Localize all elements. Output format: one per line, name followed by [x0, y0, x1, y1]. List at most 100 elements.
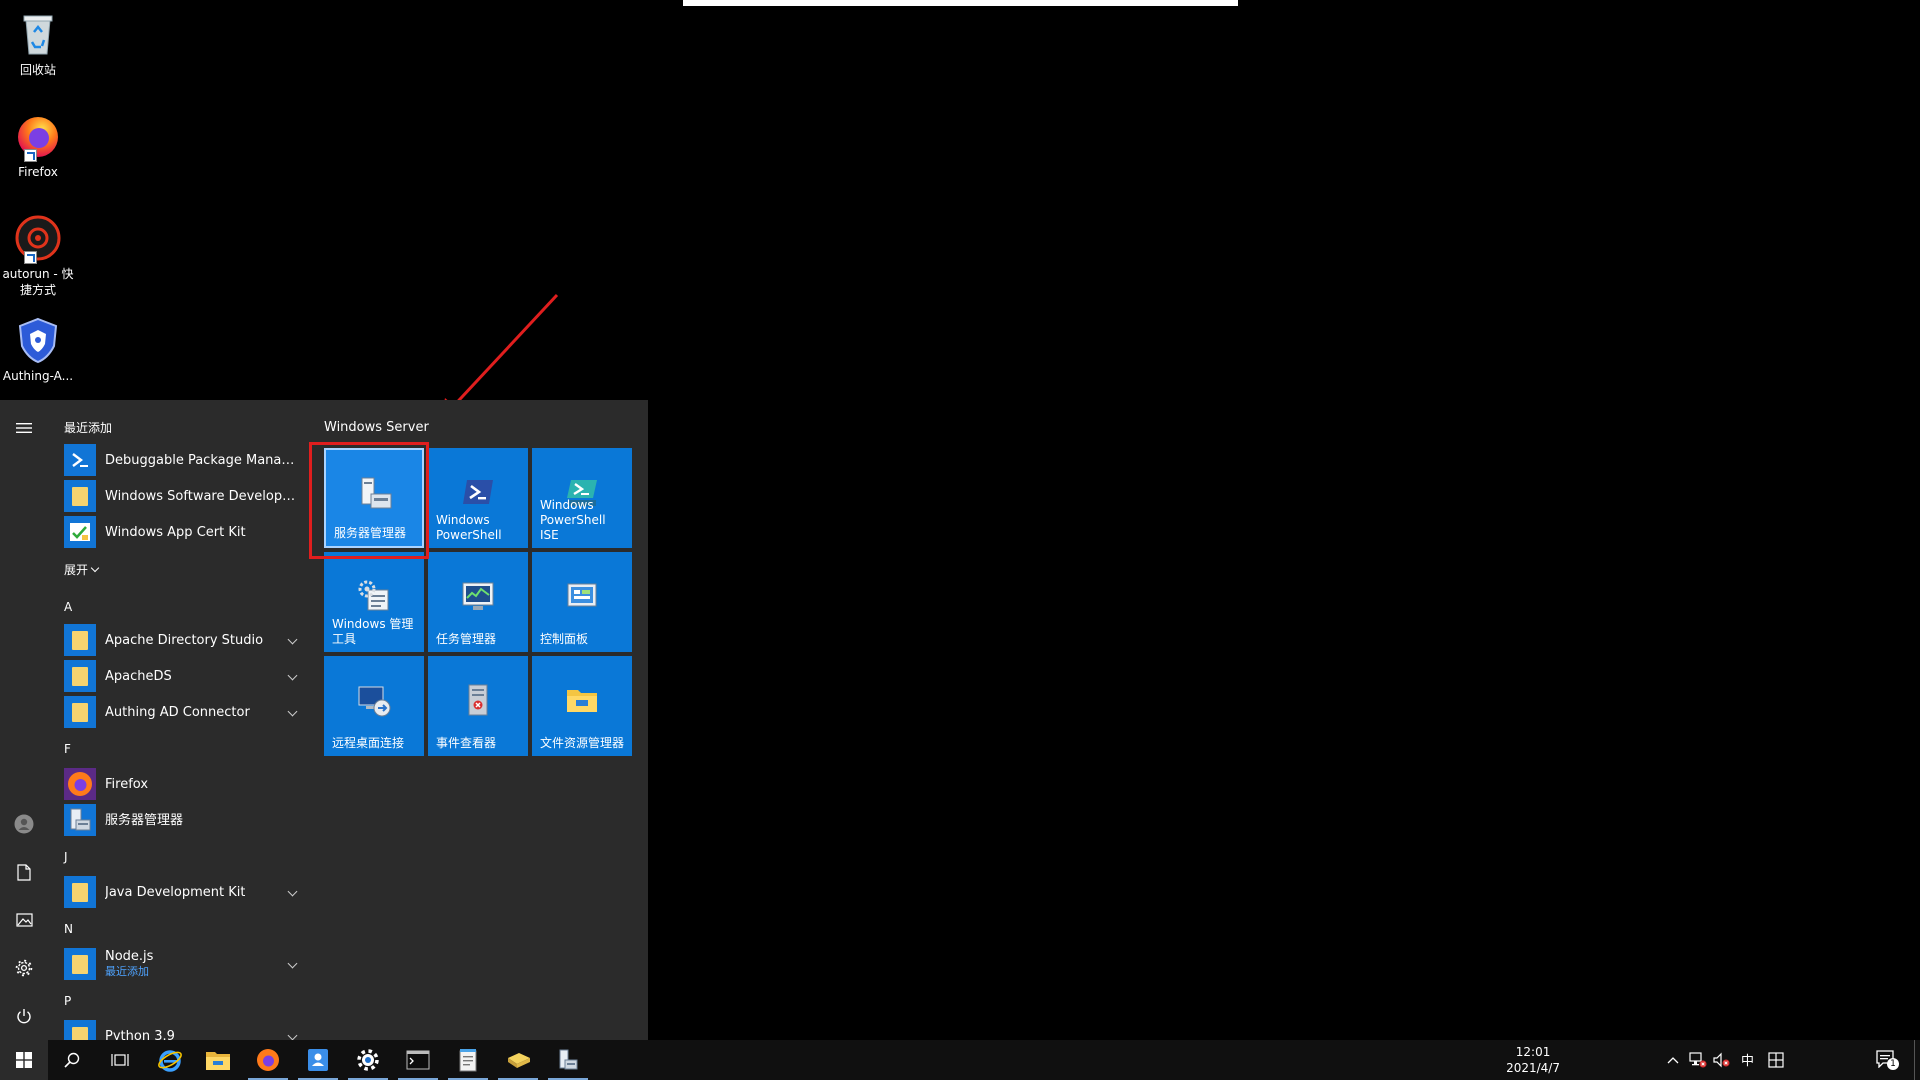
- shortcut-arrow-icon: [24, 149, 37, 162]
- app-item[interactable]: Windows Software Development...: [64, 479, 308, 513]
- taskbar-disk-app[interactable]: [494, 1040, 542, 1080]
- desktop-icon-firefox[interactable]: Firefox: [0, 106, 76, 180]
- taskbar-command-prompt[interactable]: [394, 1040, 442, 1080]
- server-manager-icon: [559, 1049, 578, 1070]
- chevron-up-icon[interactable]: [1667, 1055, 1679, 1065]
- task-view-button[interactable]: [96, 1040, 144, 1080]
- folder-icon: [64, 624, 96, 656]
- desktop-icon-recycle-bin[interactable]: 回收站: [0, 4, 76, 78]
- expand-label: 展开: [64, 563, 89, 577]
- input-language-indicator[interactable]: 中: [1741, 1050, 1754, 1069]
- user-account-button[interactable]: [0, 804, 48, 844]
- tile-windows-admin-tools[interactable]: Windows 管理工具: [324, 552, 424, 652]
- app-item[interactable]: 服务器管理器: [64, 803, 308, 837]
- app-name: ApacheDS: [105, 668, 172, 684]
- chevron-down-icon[interactable]: [287, 670, 298, 681]
- folder-icon: [64, 876, 96, 908]
- tile-file-explorer[interactable]: 文件资源管理器: [532, 656, 632, 756]
- app-item[interactable]: Authing AD Connector: [64, 695, 308, 729]
- tile-group-title[interactable]: Windows Server: [324, 420, 429, 435]
- clock[interactable]: 12:01 2021/4/7: [1506, 1044, 1560, 1076]
- app-cert-kit-icon: [64, 516, 96, 548]
- firefox-icon: [14, 112, 62, 162]
- app-item[interactable]: Windows App Cert Kit: [64, 515, 308, 549]
- admin-tools-icon: [358, 580, 389, 611]
- chevron-down-icon[interactable]: [287, 886, 298, 897]
- folder-icon: [64, 1020, 96, 1040]
- tile-remote-desktop[interactable]: 远程桌面连接: [324, 656, 424, 756]
- tile-task-manager[interactable]: 任务管理器: [428, 552, 528, 652]
- event-viewer-icon: [468, 684, 488, 716]
- gear-icon: [15, 959, 33, 977]
- expand-button[interactable]: 展开: [64, 561, 100, 578]
- expand-menu-button[interactable]: [0, 408, 48, 448]
- section-letter[interactable]: F: [64, 742, 71, 756]
- action-center-button[interactable]: 1: [1876, 1050, 1899, 1070]
- taskbar-internet-explorer[interactable]: [146, 1040, 194, 1080]
- power-button[interactable]: [0, 996, 48, 1036]
- app-item[interactable]: ApacheDS: [64, 659, 308, 693]
- settings-button[interactable]: [0, 948, 48, 988]
- app-name: Windows App Cert Kit: [105, 524, 246, 540]
- show-desktop-button[interactable]: [1914, 1040, 1920, 1080]
- taskbar-contacts-app[interactable]: [294, 1040, 342, 1080]
- desktop-icon-autorun[interactable]: autorun - 快捷方式: [0, 208, 76, 298]
- command-prompt-icon: [406, 1050, 430, 1070]
- document-icon: [17, 863, 31, 881]
- chevron-down-icon[interactable]: [287, 706, 298, 717]
- app-item[interactable]: Node.js 最近添加: [64, 947, 308, 981]
- app-item[interactable]: Apache Directory Studio: [64, 623, 308, 657]
- folder-icon: [64, 480, 96, 512]
- app-name: Debuggable Package Manager: [105, 452, 301, 468]
- pictures-button[interactable]: [0, 900, 48, 940]
- task-manager-icon: [462, 582, 494, 610]
- tile-windows-powershell[interactable]: Windows PowerShell: [428, 448, 528, 548]
- taskbar-notepad[interactable]: [444, 1040, 492, 1080]
- autorun-icon: [14, 214, 62, 264]
- taskbar-server-manager[interactable]: [544, 1040, 592, 1080]
- app-list[interactable]: 最近添加 Debuggable Package Manager Windows …: [52, 400, 308, 1040]
- tile-event-viewer[interactable]: 事件查看器: [428, 656, 528, 756]
- app-name: Authing AD Connector: [105, 704, 250, 720]
- documents-button[interactable]: [0, 852, 48, 892]
- notepad-icon: [459, 1049, 477, 1072]
- server-manager-icon: [64, 804, 96, 836]
- tile-label: 文件资源管理器: [540, 736, 625, 750]
- clock-date: 2021/4/7: [1506, 1061, 1560, 1075]
- recent-header: 最近添加: [64, 421, 113, 435]
- internet-explorer-icon: [158, 1050, 182, 1072]
- app-name-text: Node.js: [105, 949, 154, 964]
- app-name: Node.js 最近添加: [105, 949, 153, 979]
- section-letter[interactable]: A: [64, 600, 72, 614]
- folder-icon: [64, 948, 96, 980]
- volume-muted-icon[interactable]: [1713, 1052, 1731, 1068]
- app-item[interactable]: Java Development Kit: [64, 875, 308, 909]
- recycle-bin-icon: [14, 10, 62, 58]
- tile-label: 控制面板: [540, 632, 589, 646]
- start-button[interactable]: [0, 1040, 48, 1080]
- chevron-down-icon[interactable]: [287, 958, 298, 969]
- powershell-icon: [64, 444, 96, 476]
- taskbar-file-explorer[interactable]: [194, 1040, 242, 1080]
- hamburger-icon: [16, 423, 32, 433]
- folder-icon: [64, 660, 96, 692]
- app-item[interactable]: Debuggable Package Manager: [64, 443, 308, 477]
- search-button[interactable]: [48, 1040, 96, 1080]
- network-icon[interactable]: [1689, 1052, 1707, 1068]
- chevron-down-icon[interactable]: [287, 634, 298, 645]
- tile-windows-powershell-ise[interactable]: Windows PowerShell ISE: [532, 448, 632, 548]
- app-item[interactable]: Python 3.9: [64, 1019, 308, 1040]
- tile-control-panel[interactable]: 控制面板: [532, 552, 632, 652]
- section-letter[interactable]: J: [64, 850, 68, 864]
- taskbar-firefox[interactable]: [244, 1040, 292, 1080]
- input-mode-grid-icon[interactable]: [1768, 1052, 1784, 1068]
- desktop-icon-authing[interactable]: Authing-A...: [0, 310, 76, 384]
- app-item[interactable]: Firefox: [64, 767, 308, 801]
- app-name: Firefox: [105, 776, 149, 792]
- chevron-down-icon[interactable]: [287, 1030, 298, 1040]
- section-letter[interactable]: N: [64, 922, 73, 936]
- taskbar-settings[interactable]: [344, 1040, 392, 1080]
- section-letter[interactable]: P: [64, 994, 71, 1008]
- tile-label: 远程桌面连接: [332, 736, 405, 750]
- recently-added-badge: 最近添加: [105, 965, 149, 978]
